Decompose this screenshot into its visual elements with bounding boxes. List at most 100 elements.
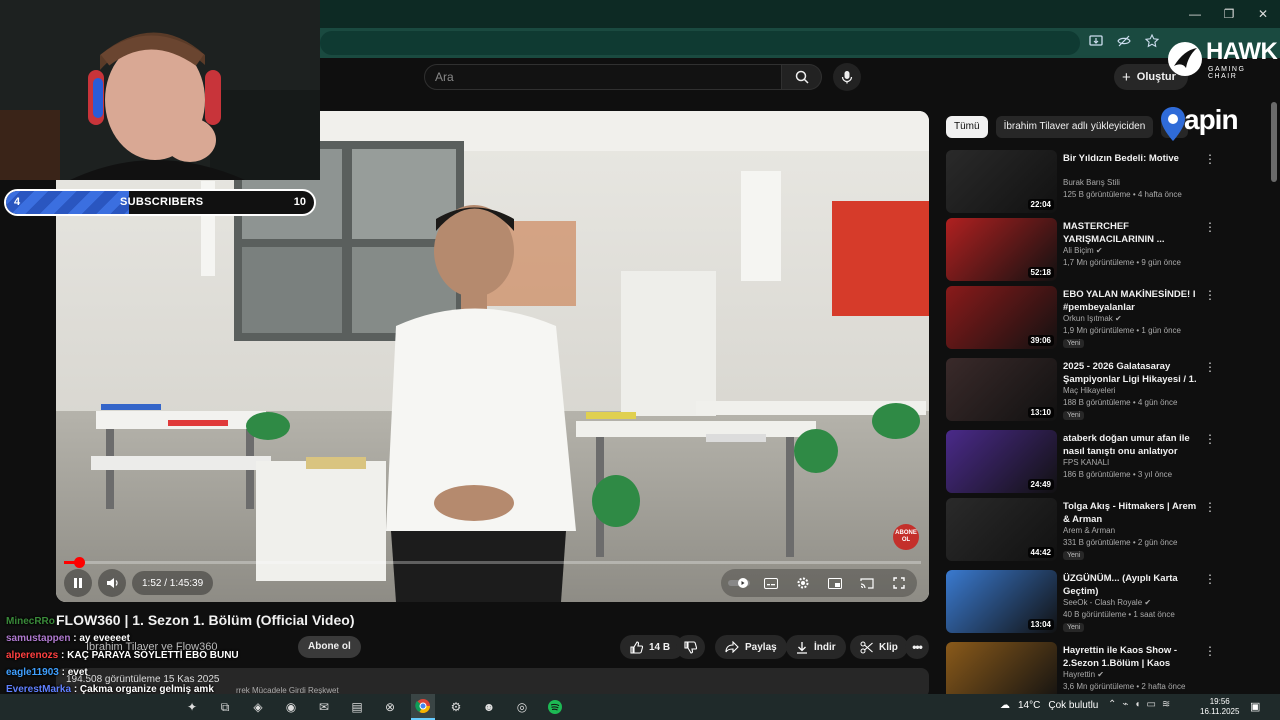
recommendation-channel[interactable]: SeeOk - Clash Royale ✔ [1063,598,1151,607]
video-thumbnail[interactable]: 39:06 [946,286,1057,349]
more-vertical-icon[interactable]: ⋮ [1204,152,1216,166]
video-duration: 39:06 [1027,335,1054,346]
more-vertical-icon[interactable]: ⋮ [1204,572,1216,586]
recommendation-channel[interactable]: Orkun Işıtmak ✔ [1063,314,1122,323]
recommendation-channel[interactable]: Maç Hikayeleri [1063,386,1115,395]
pause-button[interactable] [64,569,92,597]
recommendation-title[interactable]: Bir Yıldızın Bedeli: Motive [1063,152,1201,165]
recommendation-title[interactable]: ÜZGÜNÜM... (Ayıplı Karta Geçtim) [1063,572,1201,598]
clip-button[interactable]: Klip [850,635,908,659]
share-icon [725,641,739,653]
voice-search-button[interactable] [833,63,861,91]
url-field[interactable] [320,31,1080,55]
spotify-icon[interactable] [543,694,567,720]
battery-icon[interactable]: ▭ [1146,699,1155,710]
recommendation-channel[interactable]: FPS KANALI [1063,458,1109,467]
like-button[interactable]: 14 B [620,635,685,659]
task-view-icon[interactable]: ⧉ [213,694,237,720]
network-icon[interactable]: ⌁ [1122,699,1128,710]
miniplayer-button[interactable] [821,569,849,597]
recommendation-item[interactable]: 22:04 Bir Yıldızın Bedeli: Motive Burak Ba… [946,150,1221,214]
chevron-up-icon[interactable]: ⌃ [1108,699,1116,710]
more-vertical-icon[interactable]: ⋮ [1204,432,1216,446]
player-right-controls [721,569,917,597]
autoplay-toggle[interactable] [725,569,753,597]
recommendation-title[interactable]: Hayrettin ile Kaos Show - 2.Sezon 1.Bölü… [1063,644,1201,670]
wifi-icon[interactable]: ≋ [1162,699,1170,710]
subtitles-button[interactable] [757,569,785,597]
recommendation-item[interactable]: 52:18 MASTERCHEF YARIŞMACILARININ ... Ali … [946,218,1221,282]
recommendation-channel[interactable]: Arem & Arman [1063,526,1115,535]
thumbs-up-icon [630,640,643,654]
share-button[interactable]: Paylaş [715,635,787,659]
restore-button[interactable]: ❐ [1212,0,1246,28]
recommendation-item[interactable]: 13:04 ÜZGÜNÜM... (Ayıplı Karta Geçtim) See… [946,570,1221,634]
like-count: 14 B [649,641,671,653]
notification-icon[interactable]: ▣ [1250,700,1260,713]
recommendation-title[interactable]: ataberk doğan umur afan ile nasıl tanışt… [1063,432,1201,458]
recommendation-channel[interactable]: Ali Biçim ✔ [1063,246,1103,255]
scrollbar[interactable] [1270,100,1278,690]
fullscreen-button[interactable] [885,569,913,597]
search-button[interactable] [782,64,822,90]
player-controls: 1:52 / 1:45:39 [56,564,929,602]
more-vertical-icon[interactable]: ⋮ [1204,220,1216,234]
chrome-icon[interactable] [411,694,435,720]
obs-icon[interactable]: ◎ [510,694,534,720]
xbox-icon[interactable]: ⊗ [378,694,402,720]
speaker-icon[interactable]: ◖ [1134,699,1140,710]
volume-button[interactable] [98,569,126,597]
chip-all[interactable]: Tümü [946,116,988,138]
video-thumbnail[interactable]: 24:49 [946,430,1057,493]
widgets-icon[interactable]: ✦ [180,694,204,720]
more-vertical-icon[interactable]: ⋮ [1204,360,1216,374]
video-thumbnail[interactable]: 44:42 [946,498,1057,561]
video-duration: 13:10 [1027,407,1054,418]
download-button[interactable]: İndir [786,635,846,659]
location-pin-icon [1161,107,1185,141]
recommendation-item[interactable]: 39:06 EBO YALAN MAKİNESİNDE! I #pembeyala… [946,286,1221,350]
chip-from-uploader[interactable]: İbrahim Tilaver adlı yükleyiciden [995,116,1154,138]
recommendation-item[interactable]: 44:42 Tolga Akış - Hitmakers | Arem & Arm… [946,498,1221,562]
cast-button[interactable] [853,569,881,597]
video-thumbnail[interactable]: 13:04 [946,570,1057,633]
edge-icon[interactable]: ◉ [279,694,303,720]
minimize-button[interactable]: — [1178,0,1212,28]
copilot-icon[interactable]: ◈ [246,694,270,720]
scrollbar-thumb[interactable] [1271,102,1277,182]
dislike-button[interactable] [676,635,705,659]
recommendation-title[interactable]: MASTERCHEF YARIŞMACILARININ ... [1063,220,1201,246]
file-explorer-icon[interactable]: ▤ [345,694,369,720]
more-actions-button[interactable]: ••• [905,635,929,659]
recommendation-title[interactable]: 2025 - 2026 Galatasaray Şampiyonlar Ligi… [1063,360,1201,386]
video-thumbnail[interactable]: 52:18 [946,218,1057,281]
subscribe-watermark[interactable]: ABONE OL [893,524,919,550]
search-input[interactable]: Ara [424,64,782,90]
download-label: İndir [814,641,836,653]
settings-button[interactable] [789,569,817,597]
video-thumbnail[interactable]: 22:04 [946,150,1057,213]
weather-widget[interactable]: ☁ 14°C Çok bulutlu [1000,700,1098,711]
outlook-icon[interactable]: ✉ [312,694,336,720]
recommendation-item[interactable]: 24:49 ataberk doğan umur afan ile nasıl t… [946,430,1221,494]
recommendation-title[interactable]: EBO YALAN MAKİNESİNDE! I #pembeyalanlar [1063,288,1201,314]
taskbar-clock[interactable]: 19:56 16.11.2025 [1200,697,1239,717]
install-app-icon[interactable] [1088,33,1104,49]
star-icon[interactable] [1144,33,1160,49]
more-vertical-icon[interactable]: ⋮ [1204,288,1216,302]
recommendation-channel[interactable]: Hayrettin ✔ [1063,670,1104,679]
more-vertical-icon[interactable]: ⋮ [1204,500,1216,514]
cast-icon [860,577,874,589]
more-vertical-icon[interactable]: ⋮ [1204,644,1216,658]
settings-app-icon[interactable]: ⚙ [444,694,468,720]
recommendation-title[interactable]: Tolga Akış - Hitmakers | Arem & Arman [1063,500,1201,526]
plus-icon: + [1122,68,1131,86]
video-thumbnail[interactable]: 13:10 [946,358,1057,421]
video-player[interactable]: ABONE OL 1:52 / 1:45:39 [56,111,929,602]
eye-off-icon[interactable] [1116,33,1132,49]
discord-icon[interactable]: ☻ [477,694,501,720]
recommendation-channel[interactable]: Burak Barış Stili [1063,178,1120,187]
recommendation-meta: 331 B görüntüleme • 2 gün önce [1063,538,1178,547]
recommendation-item[interactable]: 13:10 2025 - 2026 Galatasaray Şampiyonlar… [946,358,1221,422]
close-button[interactable]: ✕ [1246,0,1280,28]
